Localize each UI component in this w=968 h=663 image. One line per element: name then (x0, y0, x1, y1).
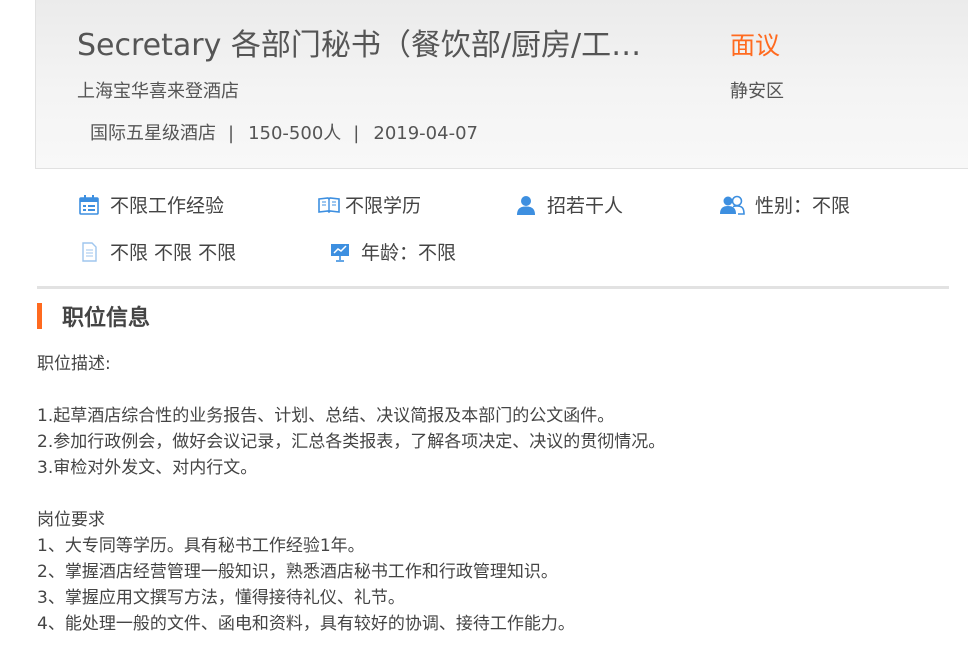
requirements-heading: 岗位要求 (37, 510, 105, 530)
people-icon (718, 193, 746, 217)
meta-separator: | (228, 123, 235, 144)
job-description: 职位描述: 1.起草酒店综合性的业务报告、计划、总结、决议简报及本部门的公文函件… (37, 351, 937, 637)
requirement-headcount: 招若干人 (514, 191, 623, 218)
requirement-line: 3、掌握应用文撰写方法，懂得接待礼仪、礼节。 (37, 588, 405, 608)
requirement-line: 4、能处理一般的文件、函电和资料，具有较好的协调、接待工作能力。 (37, 614, 575, 634)
book-icon (317, 193, 341, 217)
company-name[interactable]: 上海宝华喜来登酒店 (77, 78, 239, 106)
company-type: 国际五星级酒店 (90, 123, 216, 144)
requirement-text: 不限工作经验 (110, 195, 225, 217)
document-icon (77, 240, 101, 264)
company-size: 150-500人 (248, 123, 342, 144)
description-line: 3.审检对外发文、对内行文。 (37, 458, 258, 478)
requirement-text: 不限 不限 不限 (110, 242, 237, 264)
section-accent-bar (37, 302, 42, 329)
section-heading: 职位信息 (37, 302, 151, 331)
requirement-education: 不限学历 (317, 191, 421, 218)
company-meta: 国际五星级酒店 | 150-500人 | 2019-04-07 (90, 120, 478, 148)
publish-date: 2019-04-07 (373, 123, 478, 144)
requirement-text: 年龄：不限 (361, 242, 457, 264)
district: 静安区 (730, 81, 784, 102)
presentation-icon (328, 240, 352, 264)
requirement-experience: 不限工作经验 (77, 191, 224, 218)
requirement-line: 2、掌握酒店经营管理一般知识，熟悉酒店秘书工作和行政管理知识。 (37, 562, 558, 582)
person-icon (514, 193, 538, 217)
job-header: Secretary 各部门秘书（餐饮部/厨房/工… 面议 上海宝华喜来登酒店 静… (35, 0, 968, 169)
description-line: 职位描述: (37, 354, 111, 374)
salary: 面议 (730, 31, 781, 60)
description-line: 1.起草酒店综合性的业务报告、计划、总结、决议简报及本部门的公文函件。 (37, 406, 615, 426)
meta-separator: | (353, 123, 360, 144)
section-title: 职位信息 (62, 305, 151, 331)
requirement-line: 1、大专同等学历。具有秘书工作经验1年。 (37, 536, 365, 556)
job-title: Secretary 各部门秘书（餐饮部/厨房/工… (77, 28, 642, 63)
requirement-gender: 性别：不限 (718, 191, 850, 218)
requirement-age: 年龄：不限 (328, 238, 456, 265)
divider (37, 286, 949, 289)
description-line: 2.参加行政例会，做好会议记录，汇总各类报表，了解各项决定、决议的贯彻情况。 (37, 432, 666, 452)
requirement-text: 性别：不限 (755, 195, 851, 217)
calendar-icon (77, 193, 101, 217)
requirement-text: 招若干人 (547, 195, 624, 217)
requirement-text: 不限学历 (345, 195, 422, 217)
requirement-other: 不限 不限 不限 (77, 238, 236, 265)
